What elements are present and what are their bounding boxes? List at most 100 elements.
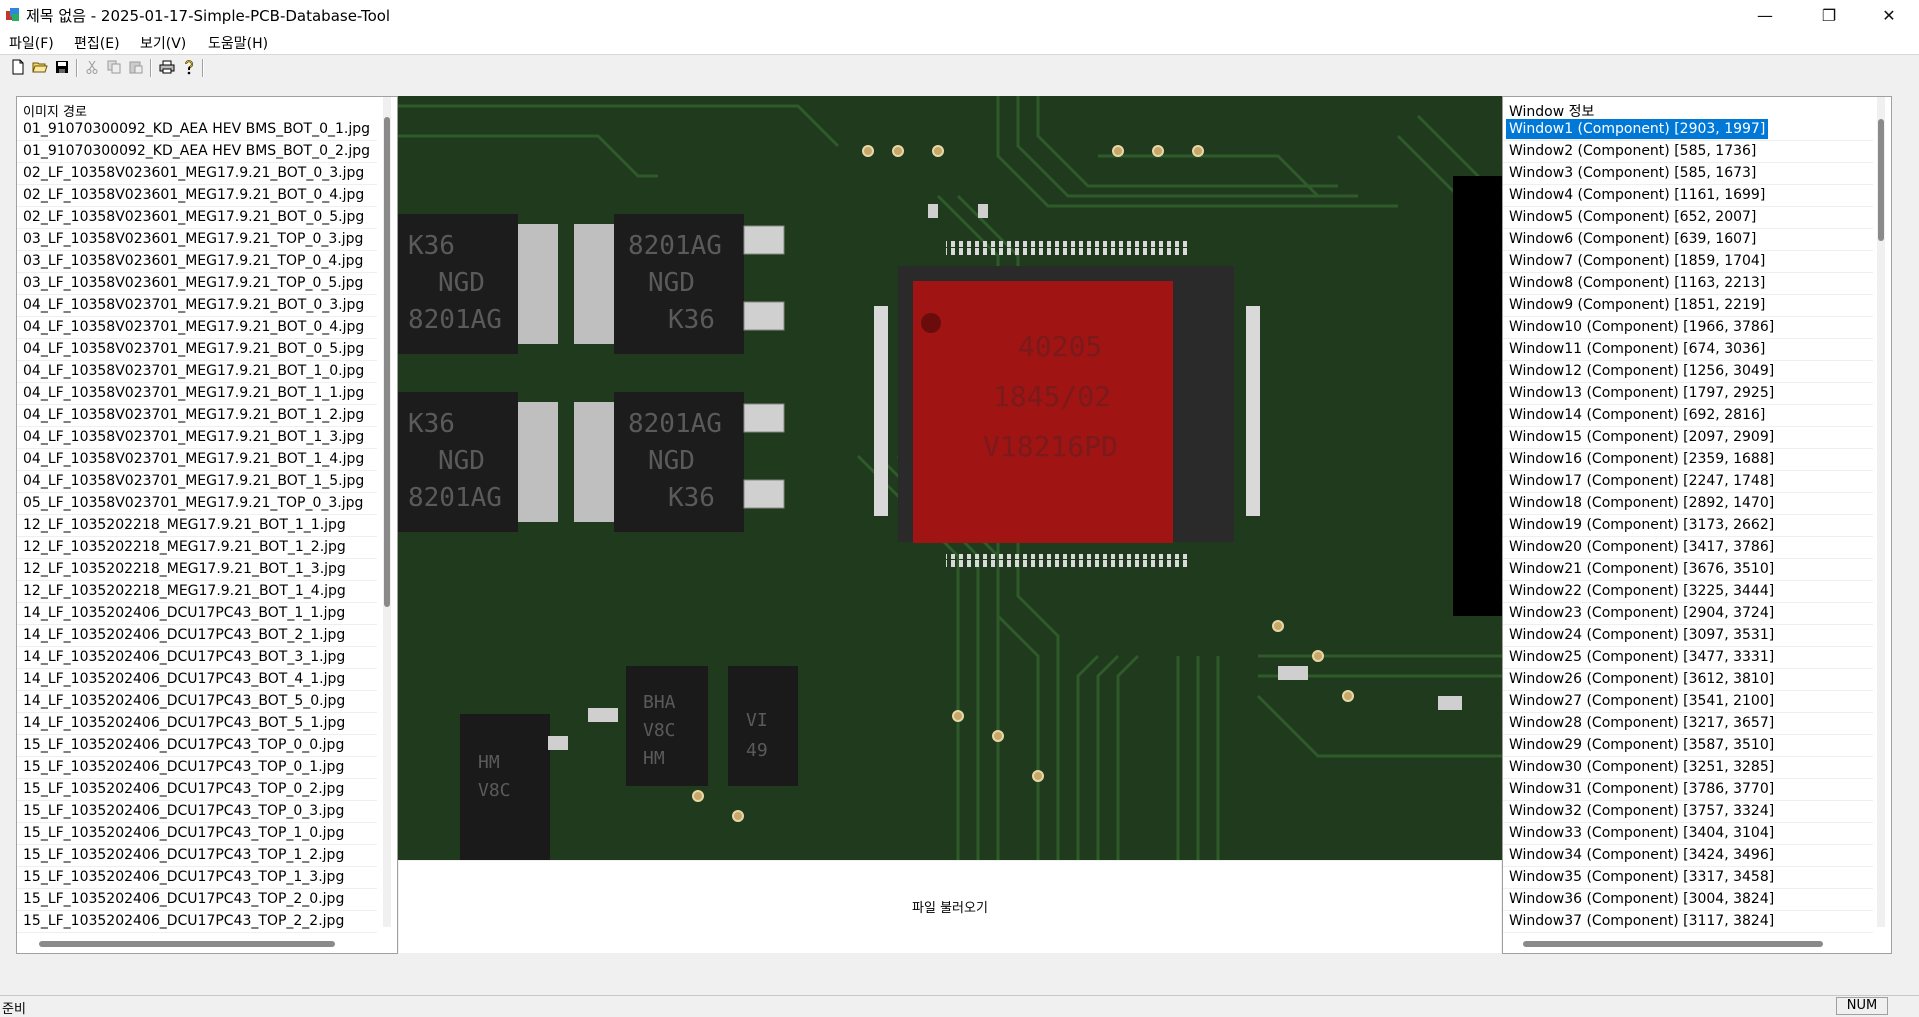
menu-edit[interactable]: 편집(E) [74,33,120,53]
window-list-item[interactable]: Window37 (Component) [3117, 3824] [1509,911,1774,931]
file-list-item[interactable]: 04_LF_10358V023701_MEG17.9.21_BOT_1_1.jp… [23,383,364,403]
restore-button[interactable]: ❐ [1806,0,1852,30]
file-list-item[interactable]: 02_LF_10358V023601_MEG17.9.21_BOT_0_5.jp… [23,207,364,227]
window-list-item[interactable]: Window14 (Component) [692, 2816] [1509,405,1765,425]
left-horizontal-scroll-thumb[interactable] [39,941,335,947]
file-list-item[interactable]: 12_LF_1035202218_MEG17.9.21_BOT_1_3.jpg [23,559,346,579]
file-list-item[interactable]: 04_LF_10358V023701_MEG17.9.21_BOT_0_4.jp… [23,317,364,337]
window-list-item[interactable]: Window11 (Component) [674, 3036] [1509,339,1765,359]
window-list-item[interactable]: Window4 (Component) [1161, 1699] [1509,185,1765,205]
window-list-item[interactable]: Window1 (Component) [2903, 1997] [1506,119,1769,139]
file-list-item[interactable]: 14_LF_1035202406_DCU17PC43_BOT_4_1.jpg [23,669,345,689]
pcb-image-view[interactable]: K36 NGD 8201AG 8201AG NGD K36 K36 NGD 82… [398,96,1502,860]
window-list-item[interactable]: Window3 (Component) [585, 1673] [1509,163,1756,183]
window-list-item[interactable]: Window27 (Component) [3541, 2100] [1509,691,1774,711]
window-list-item[interactable]: Window23 (Component) [2904, 3724] [1509,603,1774,623]
window-info-list[interactable]: Window 정보 Window1 (Component) [2903, 199… [1502,96,1892,954]
window-list-item[interactable]: Window5 (Component) [652, 2007] [1509,207,1756,227]
window-list-item[interactable]: Window36 (Component) [3004, 3824] [1509,889,1774,909]
print-button[interactable] [158,58,176,76]
window-list-item[interactable]: Window26 (Component) [3612, 3810] [1509,669,1774,689]
window-list-item[interactable]: Window29 (Component) [3587, 3510] [1509,735,1774,755]
file-list-item[interactable]: 14_LF_1035202406_DCU17PC43_BOT_3_1.jpg [23,647,345,667]
file-list-item[interactable]: 15_LF_1035202406_DCU17PC43_TOP_2_0.jpg [23,889,344,909]
window-list-item[interactable]: Window6 (Component) [639, 1607] [1509,229,1756,249]
file-list-item[interactable]: 04_LF_10358V023701_MEG17.9.21_BOT_1_3.jp… [23,427,364,447]
window-list-item[interactable]: Window24 (Component) [3097, 3531] [1509,625,1774,645]
right-horizontal-scroll-thumb[interactable] [1523,941,1823,947]
window-list-item[interactable]: Window31 (Component) [3786, 3770] [1509,779,1774,799]
close-button[interactable]: ✕ [1866,0,1912,30]
load-file-area[interactable]: 파일 불러오기 [399,861,1501,953]
menu-view[interactable]: 보기(V) [140,33,186,53]
file-list-item[interactable]: 15_LF_1035202406_DCU17PC43_TOP_0_1.jpg [23,757,344,777]
file-list-item[interactable]: 04_LF_10358V023701_MEG17.9.21_BOT_1_5.jp… [23,471,364,491]
file-list-item[interactable]: 03_LF_10358V023601_MEG17.9.21_TOP_0_5.jp… [23,273,363,293]
help-button[interactable] [180,58,198,76]
window-list-item[interactable]: Window25 (Component) [3477, 3331] [1509,647,1774,667]
right-vertical-scrollbar[interactable] [1877,97,1885,927]
window-list-item[interactable]: Window35 (Component) [3317, 3458] [1509,867,1774,887]
window-list-item[interactable]: Window21 (Component) [3676, 3510] [1509,559,1774,579]
file-list-item[interactable]: 15_LF_1035202406_DCU17PC43_TOP_1_3.jpg [23,867,344,887]
window-list-item[interactable]: Window32 (Component) [3757, 3324] [1509,801,1774,821]
file-list-item[interactable]: 12_LF_1035202218_MEG17.9.21_BOT_1_2.jpg [23,537,346,557]
file-list-item[interactable]: 15_LF_1035202406_DCU17PC43_TOP_2_2.jpg [23,911,344,931]
cut-button[interactable] [83,58,101,76]
menu-file[interactable]: 파일(F) [9,33,54,53]
file-list-item[interactable]: 04_LF_10358V023701_MEG17.9.21_BOT_0_5.jp… [23,339,364,359]
file-list-item[interactable]: 03_LF_10358V023601_MEG17.9.21_TOP_0_4.jp… [23,251,363,271]
file-list-item[interactable]: 12_LF_1035202218_MEG17.9.21_BOT_1_4.jpg [23,581,346,601]
window-list-item[interactable]: Window2 (Component) [585, 1736] [1509,141,1756,161]
window-list-item[interactable]: Window7 (Component) [1859, 1704] [1509,251,1765,271]
open-button[interactable] [31,58,49,76]
minimize-button[interactable]: — [1742,0,1788,30]
file-list-item[interactable]: 14_LF_1035202406_DCU17PC43_BOT_5_1.jpg [23,713,345,733]
image-path-list[interactable]: 이미지 경로 01_91070300092_KD_AEA HEV BMS_BOT… [16,96,398,954]
window-list-item[interactable]: Window15 (Component) [2097, 2909] [1509,427,1774,447]
window-list-item[interactable]: Window33 (Component) [3404, 3104] [1509,823,1774,843]
window-list-item[interactable]: Window16 (Component) [2359, 1688] [1509,449,1774,469]
window-list-item[interactable]: Window22 (Component) [3225, 3444] [1509,581,1774,601]
window-list-item[interactable]: Window8 (Component) [1163, 2213] [1509,273,1765,293]
file-list-item[interactable]: 14_LF_1035202406_DCU17PC43_BOT_1_1.jpg [23,603,345,623]
window-list-item[interactable]: Window9 (Component) [1851, 2219] [1509,295,1765,315]
load-file-button[interactable]: 파일 불러오기 [399,897,1501,916]
left-vertical-scrollbar[interactable] [383,97,391,927]
file-list-item[interactable]: 15_LF_1035202406_DCU17PC43_TOP_0_2.jpg [23,779,344,799]
menu-help[interactable]: 도움말(H) [208,33,268,53]
file-list-item[interactable]: 04_LF_10358V023701_MEG17.9.21_BOT_0_3.jp… [23,295,364,315]
file-list-item[interactable]: 15_LF_1035202406_DCU17PC43_TOP_0_3.jpg [23,801,344,821]
file-list-item[interactable]: 02_LF_10358V023601_MEG17.9.21_BOT_0_4.jp… [23,185,364,205]
file-list-item[interactable]: 05_LF_10358V023701_MEG17.9.21_TOP_0_3.jp… [23,493,363,513]
file-list-item[interactable]: 01_91070300092_KD_AEA HEV BMS_BOT_0_1.jp… [23,119,370,139]
window-list-item[interactable]: Window18 (Component) [2892, 1470] [1509,493,1774,513]
window-list-item[interactable]: Window30 (Component) [3251, 3285] [1509,757,1774,777]
file-list-item[interactable]: 04_LF_10358V023701_MEG17.9.21_BOT_1_2.jp… [23,405,364,425]
file-list-item[interactable]: 03_LF_10358V023601_MEG17.9.21_TOP_0_3.jp… [23,229,363,249]
file-list-item[interactable]: 15_LF_1035202406_DCU17PC43_TOP_0_0.jpg [23,735,344,755]
window-list-item[interactable]: Window20 (Component) [3417, 3786] [1509,537,1774,557]
paste-button[interactable] [127,58,145,76]
window-list-item[interactable]: Window13 (Component) [1797, 2925] [1509,383,1774,403]
window-list-item[interactable]: Window34 (Component) [3424, 3496] [1509,845,1774,865]
file-list-item[interactable]: 02_LF_10358V023601_MEG17.9.21_BOT_0_3.jp… [23,163,364,183]
file-list-item[interactable]: 04_LF_10358V023701_MEG17.9.21_BOT_1_0.jp… [23,361,364,381]
copy-button[interactable] [105,58,123,76]
save-button[interactable] [53,58,71,76]
file-list-item[interactable]: 04_LF_10358V023701_MEG17.9.21_BOT_1_4.jp… [23,449,364,469]
right-vertical-scroll-thumb[interactable] [1878,119,1884,241]
window-list-item[interactable]: Window19 (Component) [3173, 2662] [1509,515,1774,535]
file-list-item[interactable]: 12_LF_1035202218_MEG17.9.21_BOT_1_1.jpg [23,515,346,535]
new-button[interactable] [9,58,27,76]
left-vertical-scroll-thumb[interactable] [384,117,390,607]
file-list-item[interactable]: 14_LF_1035202406_DCU17PC43_BOT_2_1.jpg [23,625,345,645]
file-list-item[interactable]: 15_LF_1035202406_DCU17PC43_TOP_1_0.jpg [23,823,344,843]
window-list-item[interactable]: Window12 (Component) [1256, 3049] [1509,361,1774,381]
file-list-item[interactable]: 15_LF_1035202406_DCU17PC43_TOP_1_2.jpg [23,845,344,865]
window-list-item[interactable]: Window28 (Component) [3217, 3657] [1509,713,1774,733]
file-list-item[interactable]: 14_LF_1035202406_DCU17PC43_BOT_5_0.jpg [23,691,345,711]
file-list-item[interactable]: 01_91070300092_KD_AEA HEV BMS_BOT_0_2.jp… [23,141,370,161]
window-list-item[interactable]: Window10 (Component) [1966, 3786] [1509,317,1774,337]
window-list-item[interactable]: Window17 (Component) [2247, 1748] [1509,471,1774,491]
